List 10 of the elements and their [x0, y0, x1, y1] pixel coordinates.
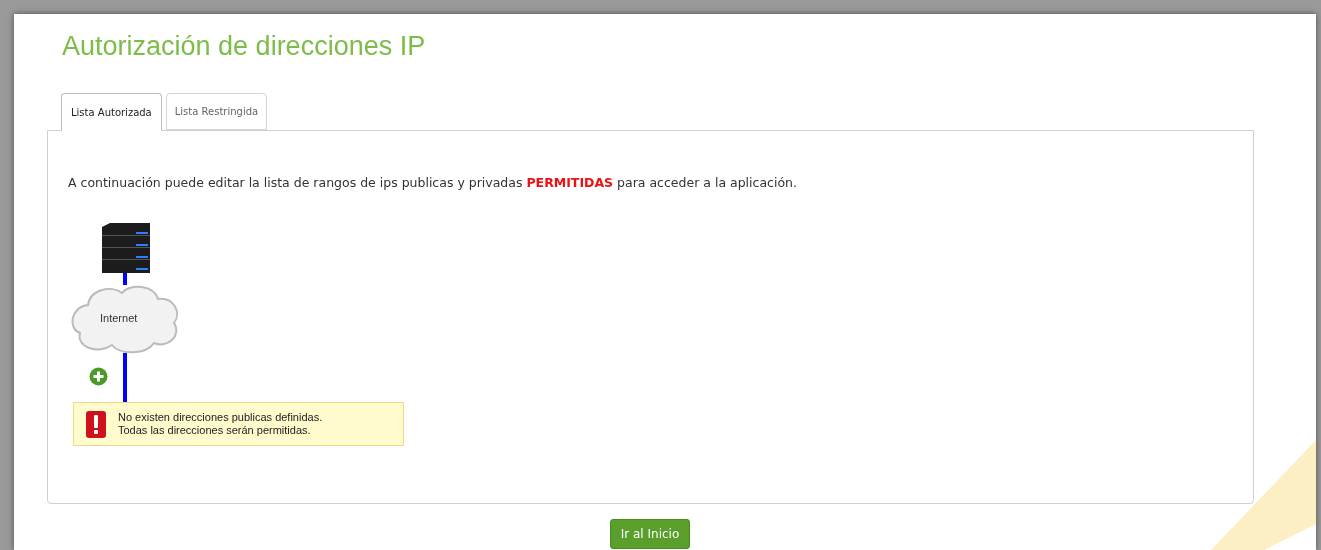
- add-icon[interactable]: [89, 367, 108, 386]
- tab[interactable]: Lista Autorizada: [61, 93, 162, 131]
- tab[interactable]: Lista Restringida: [165, 93, 268, 130]
- exclamation-icon: [86, 410, 106, 438]
- page-title: Autorización de direcciones IP: [62, 30, 426, 63]
- home-button[interactable]: Ir al Inicio: [609, 519, 691, 549]
- intro-text: A continuación puede editar la lista de rangos de ips publicas y privadas PERMITIDAS para acceder a la aplicación.: [68, 174, 797, 192]
- warning-text: No existen direcciones publicas definidas.: [118, 411, 323, 424]
- warning-text: Todas las direcciones serán permitidas.: [118, 424, 312, 437]
- cloud-label: Internet: [100, 312, 138, 325]
